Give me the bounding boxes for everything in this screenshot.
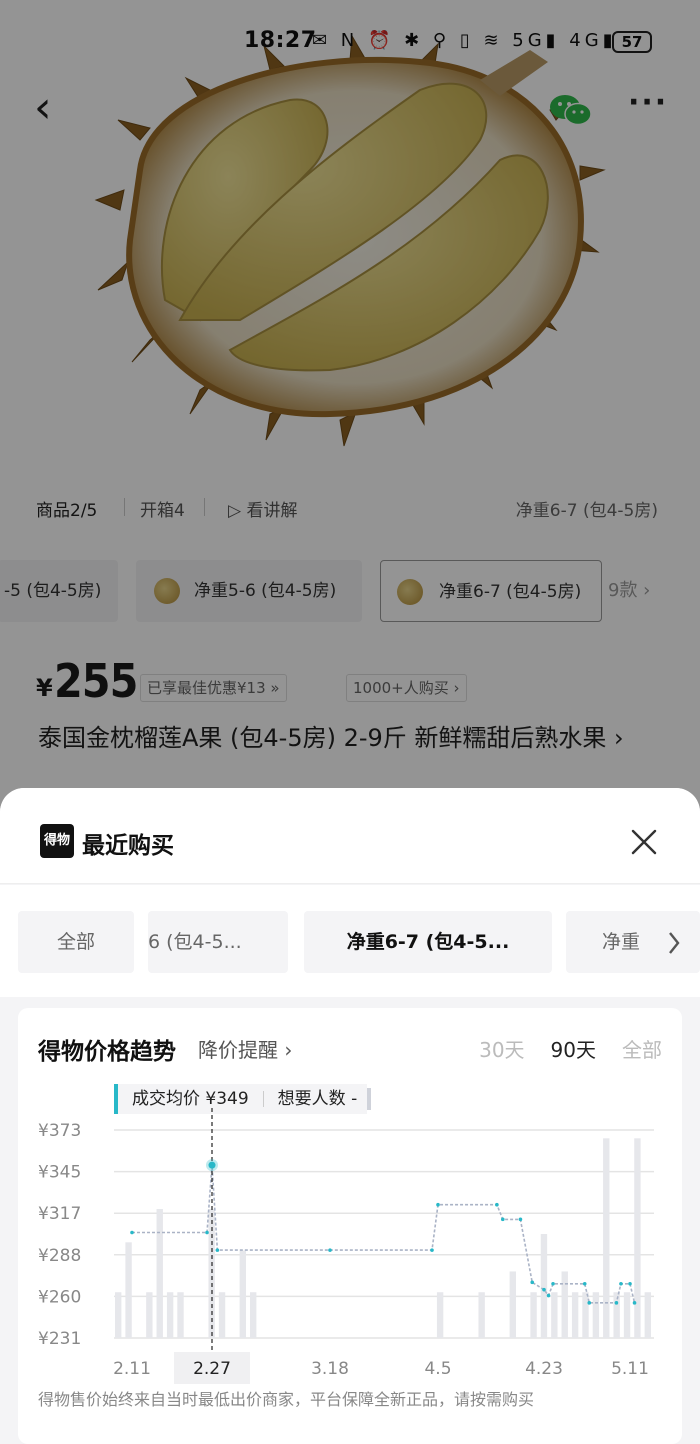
price-point (551, 1282, 555, 1286)
dewu-logo: 得物 (40, 824, 74, 858)
sheet-header: 得物 最近购买 (0, 788, 700, 884)
x-tick-label: 4.5 (424, 1359, 451, 1379)
volume-bar (250, 1292, 257, 1338)
y-tick-label: ¥373 (38, 1121, 81, 1141)
price-point (582, 1282, 587, 1286)
price-point (614, 1301, 619, 1305)
tooltip-end-marker (367, 1088, 372, 1110)
volume-bar (115, 1292, 122, 1338)
volume-bar (239, 1250, 246, 1338)
range-30d[interactable]: 30天 (479, 1034, 524, 1063)
x-tick-label: 4.23 (525, 1359, 563, 1379)
price-point (215, 1248, 220, 1252)
filter-option-selected[interactable]: 净重6-7 (包4-5... (304, 911, 552, 973)
price-point (628, 1282, 632, 1286)
price-trend-chart[interactable]: ¥373 ¥345 ¥317 ¥288 ¥260 ¥231 2.11 2.27 3.18 4.5 4… (18, 1108, 682, 1388)
price-footnote: 得物售价始终来自当时最低出价商家，平台保障全新正品，请按需购买 (38, 1390, 535, 1409)
range-90d[interactable]: 90天 (551, 1034, 596, 1063)
range-tabs: 30天 90天 全部 (453, 1034, 662, 1063)
volume-bar (551, 1292, 558, 1338)
price-point (500, 1217, 505, 1222)
price-trend-title: 得物价格趋势 (38, 1039, 176, 1065)
price-point (518, 1217, 523, 1222)
volume-bar (125, 1242, 132, 1338)
filter-option[interactable]: 6 (包4-5... (148, 911, 288, 973)
volume-bar (218, 1292, 226, 1338)
price-point (530, 1280, 535, 1285)
volume-bar (146, 1292, 153, 1338)
price-point (205, 1230, 209, 1235)
highlight-point (208, 1161, 216, 1169)
price-point (587, 1301, 592, 1305)
volume-bar (644, 1292, 651, 1338)
range-all[interactable]: 全部 (622, 1034, 662, 1063)
volume-bar (156, 1209, 163, 1338)
volume-bar (530, 1292, 537, 1338)
y-tick-label: ¥288 (38, 1246, 81, 1266)
price-alert-link[interactable]: 降价提醒 › (198, 1034, 292, 1063)
volume-bar (603, 1138, 610, 1338)
sheet-title: 最近购买 (82, 833, 174, 859)
price-point (328, 1248, 332, 1252)
price-point (546, 1293, 551, 1298)
volume-bar (623, 1292, 631, 1338)
x-tick-label: 2.27 (193, 1359, 231, 1379)
price-point (619, 1282, 623, 1286)
price-point (542, 1287, 546, 1292)
wants-count-label: 想要人数 - (277, 1089, 358, 1109)
sku-filter-row: 全部 6 (包4-5... 净重6-7 (包4-5... 净重 (0, 885, 700, 997)
x-tick-label: 5.11 (611, 1359, 649, 1379)
volume-bar (436, 1292, 444, 1338)
price-point (130, 1230, 134, 1235)
recent-purchases-sheet: 得物 最近购买 全部 6 (包4-5... 净重6-7 (包4-5... 净重 … (0, 788, 700, 1444)
price-trend-card: 得物价格趋势 降价提醒 › 30天 90天 全部 成交均价 ¥349 想要人数 - ¥… (18, 1008, 682, 1444)
price-point (436, 1202, 440, 1207)
y-tick-label: ¥231 (38, 1329, 81, 1349)
volume-bar (166, 1292, 174, 1338)
price-point (430, 1248, 434, 1252)
volume-bar (634, 1138, 641, 1338)
x-tick-label: 2.11 (113, 1359, 151, 1379)
filter-all[interactable]: 全部 (18, 911, 134, 973)
volume-bar (540, 1234, 548, 1338)
avg-price-label: 成交均价 ¥349 (132, 1089, 249, 1109)
price-point (495, 1202, 499, 1207)
x-tick-label: 3.18 (311, 1359, 349, 1379)
chevron-right-icon[interactable] (662, 923, 686, 963)
price-point (632, 1301, 637, 1305)
y-tick-label: ¥260 (38, 1287, 81, 1307)
volume-bar (478, 1292, 485, 1338)
volume-bar (509, 1271, 516, 1338)
volume-bar (561, 1271, 568, 1338)
y-tick-label: ¥317 (38, 1204, 81, 1224)
volume-bar (571, 1292, 579, 1338)
divider (262, 1091, 264, 1107)
close-icon[interactable] (624, 822, 664, 862)
y-tick-label: ¥345 (38, 1163, 81, 1183)
volume-bar (592, 1292, 600, 1338)
volume-bar (177, 1292, 184, 1338)
